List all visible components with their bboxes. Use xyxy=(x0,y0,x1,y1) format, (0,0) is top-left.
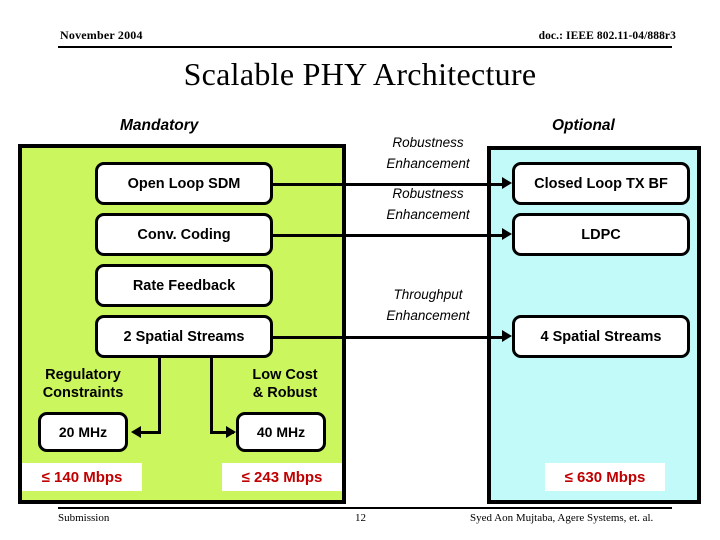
connector-label-line2: Enhancement xyxy=(386,155,470,171)
caption-line1: Low Cost xyxy=(252,367,318,383)
footer-submission: Submission xyxy=(58,512,110,524)
connector-label-robustness-1: Robustness Enhancement xyxy=(348,133,508,175)
connector-label-line1: Robustness xyxy=(392,186,464,201)
rate-badge-630-mbps: ≤ 630 Mbps xyxy=(545,463,665,491)
caption-line1: Regulatory xyxy=(45,367,121,383)
node-open-loop-sdm[interactable]: Open Loop SDM xyxy=(95,162,273,205)
footer-divider xyxy=(58,507,672,509)
node-ldpc[interactable]: LDPC xyxy=(512,213,690,256)
node-2-spatial-streams[interactable]: 2 Spatial Streams xyxy=(95,315,273,358)
header-doc-id: doc.: IEEE 802.11-04/888r3 xyxy=(538,30,676,42)
arrow-right-icon-robustness-2 xyxy=(502,228,512,240)
connector-line-throughput xyxy=(272,336,505,339)
rate-badge-243-mbps: ≤ 243 Mbps xyxy=(222,463,342,491)
connector-label-line2: Enhancement xyxy=(386,307,470,323)
caption-low-cost-robust: Low Cost & Robust xyxy=(210,366,360,402)
node-4-spatial-streams[interactable]: 4 Spatial Streams xyxy=(512,315,690,358)
node-conv-coding[interactable]: Conv. Coding xyxy=(95,213,273,256)
arrow-right-icon-40mhz xyxy=(226,426,236,438)
footer-page-number: 12 xyxy=(355,512,366,524)
optional-section-label: Optional xyxy=(552,117,615,134)
caption-line2: & Robust xyxy=(252,385,318,402)
connector-label-line1: Robustness xyxy=(392,135,464,150)
node-closed-loop-tx-bf[interactable]: Closed Loop TX BF xyxy=(512,162,690,205)
arrow-right-icon-throughput xyxy=(502,330,512,342)
header-divider xyxy=(58,46,672,48)
slide-canvas: November 2004 doc.: IEEE 802.11-04/888r3… xyxy=(0,0,720,540)
connector-line-robustness-2 xyxy=(272,234,505,237)
node-20-mhz[interactable]: 20 MHz xyxy=(38,412,128,452)
connector-label-line2: Enhancement xyxy=(386,206,470,222)
connector-label-line1: Throughput xyxy=(393,287,463,302)
connector-label-robustness-2: Robustness Enhancement xyxy=(348,184,508,226)
header-date: November 2004 xyxy=(60,28,143,42)
mandatory-section-label: Mandatory xyxy=(120,117,199,134)
connector-label-throughput: Throughput Enhancement xyxy=(348,285,508,327)
caption-regulatory-constraints: Regulatory Constraints xyxy=(8,366,158,402)
caption-line2: Constraints xyxy=(42,385,124,402)
branch-line-left xyxy=(158,358,161,432)
page-title: Scalable PHY Architecture xyxy=(183,56,537,92)
rate-badge-140-mbps: ≤ 140 Mbps xyxy=(22,463,142,491)
node-rate-feedback[interactable]: Rate Feedback xyxy=(95,264,273,307)
arrow-left-icon-20mhz xyxy=(131,426,141,438)
node-40-mhz[interactable]: 40 MHz xyxy=(236,412,326,452)
footer-authors: Syed Aon Mujtaba, Agere Systems, et. al. xyxy=(470,512,654,524)
